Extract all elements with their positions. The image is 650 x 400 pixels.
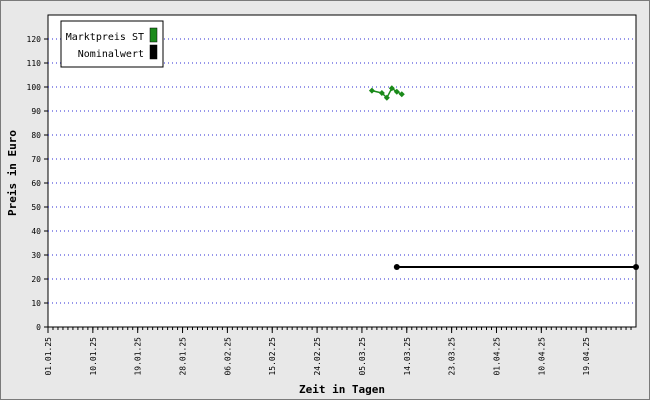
x-axis-title: Zeit in Tagen [299,383,385,396]
y-tick-label: 40 [31,227,41,236]
legend: Marktpreis ST Nominalwert [60,20,164,68]
y-tick-label: 110 [27,59,42,68]
chart-svg: 0 10 20 30 40 50 60 70 80 90 100 110 120 01.01.25 10.… [6,14,639,396]
data-point [633,264,639,270]
x-tick-label: 15.02.25 [268,337,277,376]
x-tick-label: 14.03.25 [403,337,412,376]
legend-swatch-nominalwert [149,44,158,60]
x-tick-label: 01.04.25 [492,337,501,376]
legend-box [60,20,164,68]
y-tick-label: 50 [31,203,41,212]
x-tick-label: 01.01.25 [44,337,53,376]
x-tick-label: 10.01.25 [89,337,98,376]
y-tick-label: 30 [31,251,41,260]
y-tick-label: 10 [31,299,41,308]
data-point [393,264,400,270]
legend-label-nominalwert: Nominalwert [78,49,144,60]
chart: 0 10 20 30 40 50 60 70 80 90 100 110 120 01.01.25 10.… [0,0,650,400]
x-tick-label: 28.01.25 [179,337,188,376]
y-tick-label: 120 [27,35,42,44]
y-tick-label: 0 [36,323,41,332]
y-tick-label: 100 [27,83,42,92]
y-axis: 0 10 20 30 40 50 60 70 80 90 100 110 120 [27,35,48,332]
x-tick-label: 24.02.25 [313,337,322,376]
y-tick-label: 80 [31,131,41,140]
y-tick-label: 90 [31,107,41,116]
x-tick-label: 19.04.25 [582,337,591,376]
x-axis: 01.01.25 10.01.25 19.01.25 28.01.25 06.02.25… [44,327,632,376]
x-tick-label: 19.01.25 [134,337,143,376]
x-tick-label: 10.04.25 [537,337,546,376]
x-tick-label: 05.03.25 [358,337,367,376]
legend-label-marktpreis: Marktpreis ST [66,32,144,43]
y-tick-label: 70 [31,155,41,164]
y-tick-label: 20 [31,275,41,284]
x-tick-label: 23.03.25 [448,337,457,376]
y-tick-label: 60 [31,179,41,188]
y-axis-title: Preis in Euro [6,130,19,216]
x-tick-label: 06.02.25 [223,337,232,376]
legend-swatch-marktpreis [149,27,158,43]
